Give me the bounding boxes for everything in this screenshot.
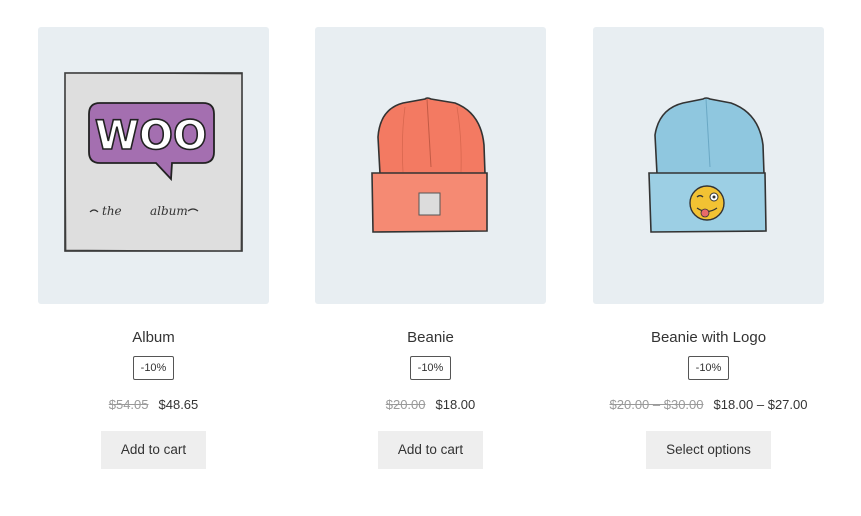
old-price: $20.00	[385, 397, 426, 412]
product-title[interactable]: Album	[38, 328, 269, 348]
product-card-album: WOO the album Album -10% $54.05 $48.65 Ad…	[38, 27, 269, 469]
sale-price: $18.00 – $27.00	[713, 397, 808, 412]
orange-beanie-image	[371, 97, 488, 233]
svg-text:WOO: WOO	[95, 113, 207, 159]
price: $54.05 $48.65	[38, 396, 269, 414]
old-price: $54.05	[108, 397, 149, 412]
add-to-cart-button[interactable]: Add to cart	[378, 431, 483, 469]
product-title[interactable]: Beanie	[315, 328, 546, 348]
select-options-button[interactable]: Select options	[646, 431, 771, 469]
sale-price: $18.00	[435, 397, 476, 412]
price: $20.00 – $30.00 $18.00 – $27.00	[593, 396, 824, 414]
svg-text:the: the	[102, 204, 122, 218]
product-grid: WOO the album Album -10% $54.05 $48.65 Ad…	[0, 0, 861, 516]
add-to-cart-button[interactable]: Add to cart	[101, 431, 206, 469]
sale-badge: -10%	[687, 356, 730, 380]
sale-badge: -10%	[409, 356, 452, 380]
product-card-beanie-with-logo: Beanie with Logo -10% $20.00 – $30.00 $18…	[593, 27, 824, 469]
sale-price: $48.65	[158, 397, 199, 412]
product-card-beanie: Beanie -10% $20.00 $18.00 Add to cart	[315, 27, 546, 469]
woo-album-cover-image: WOO the album	[64, 72, 243, 252]
old-price: $20.00 – $30.00	[609, 397, 704, 412]
product-image-beanie[interactable]	[315, 27, 546, 304]
product-image-beanie-with-logo[interactable]	[593, 27, 824, 304]
blue-beanie-with-logo-image	[648, 97, 767, 233]
price: $20.00 $18.00	[315, 396, 546, 414]
product-title[interactable]: Beanie with Logo	[593, 328, 824, 348]
svg-text:album: album	[150, 204, 188, 218]
sale-badge: -10%	[132, 356, 175, 380]
product-image-album[interactable]: WOO the album	[38, 27, 269, 304]
